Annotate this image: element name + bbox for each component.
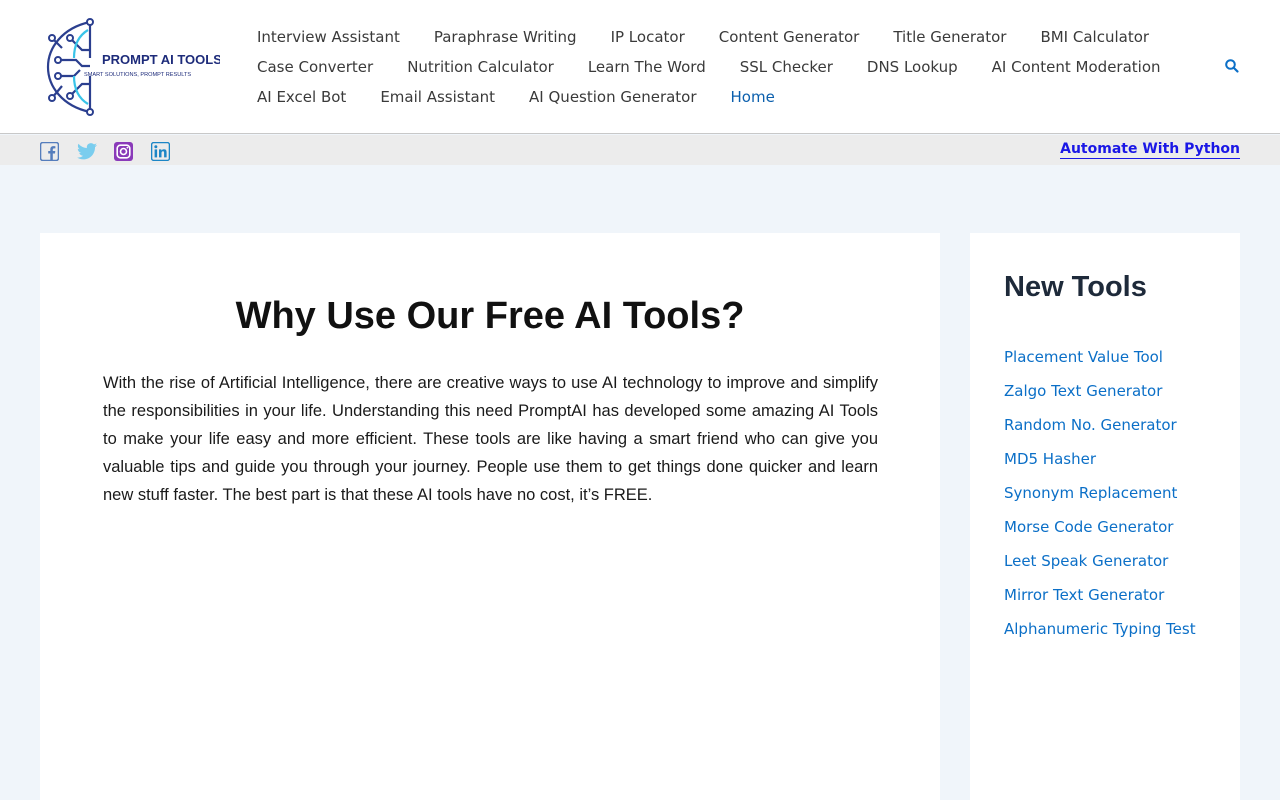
intro-paragraph: With the rise of Artificial Intelligence… bbox=[103, 374, 878, 504]
logo-tagline-text: SMART SOLUTIONS, PROMPT RESULTS bbox=[84, 72, 191, 78]
tool-link-zalgo-text-generator[interactable]: Zalgo Text Generator bbox=[1004, 382, 1162, 400]
new-tools-list: Placement Value Tool Zalgo Text Generato… bbox=[1004, 343, 1196, 649]
linkedin-icon[interactable] bbox=[150, 141, 171, 162]
nav-paraphrase-writing[interactable]: Paraphrase Writing bbox=[417, 22, 594, 52]
page-title: Why Use Our Free AI Tools? bbox=[235, 295, 745, 337]
list-item: Random No. Generator bbox=[1004, 411, 1196, 445]
nav-interview-assistant[interactable]: Interview Assistant bbox=[240, 22, 417, 52]
social-bar: Automate With Python bbox=[0, 135, 1280, 165]
social-icons bbox=[39, 141, 171, 162]
tool-link-morse-code-generator[interactable]: Morse Code Generator bbox=[1004, 518, 1173, 536]
nav-ip-locator[interactable]: IP Locator bbox=[594, 22, 702, 52]
nav-nutrition-calculator[interactable]: Nutrition Calculator bbox=[390, 52, 571, 82]
nav-ai-content-moderation[interactable]: AI Content Moderation bbox=[975, 52, 1178, 82]
site-logo[interactable]: PROMPT AI TOOLS SMART SOLUTIONS, PROMPT … bbox=[40, 18, 222, 116]
search-icon[interactable] bbox=[1224, 58, 1240, 74]
nav-ai-excel-bot[interactable]: AI Excel Bot bbox=[240, 82, 363, 112]
nav-title-generator[interactable]: Title Generator bbox=[876, 22, 1023, 52]
logo-brand-text: PROMPT AI TOOLS bbox=[102, 52, 220, 67]
list-item: MD5 Hasher bbox=[1004, 445, 1196, 479]
nav-learn-the-word[interactable]: Learn The Word bbox=[571, 52, 723, 82]
nav-case-converter[interactable]: Case Converter bbox=[240, 52, 390, 82]
tool-link-leet-speak-generator[interactable]: Leet Speak Generator bbox=[1004, 552, 1168, 570]
nav-bmi-calculator[interactable]: BMI Calculator bbox=[1023, 22, 1166, 52]
tool-link-alphanumeric-typing-test[interactable]: Alphanumeric Typing Test bbox=[1004, 620, 1196, 638]
list-item: Morse Code Generator bbox=[1004, 513, 1196, 547]
facebook-icon[interactable] bbox=[39, 141, 60, 162]
nav-content-generator[interactable]: Content Generator bbox=[702, 22, 877, 52]
nav-dns-lookup[interactable]: DNS Lookup bbox=[850, 52, 975, 82]
sidebar: New Tools Placement Value Tool Zalgo Tex… bbox=[970, 233, 1240, 800]
nav-ssl-checker[interactable]: SSL Checker bbox=[723, 52, 850, 82]
nav-ai-question-generator[interactable]: AI Question Generator bbox=[512, 82, 713, 112]
tool-link-synonym-replacement[interactable]: Synonym Replacement bbox=[1004, 484, 1177, 502]
tool-link-random-no-generator[interactable]: Random No. Generator bbox=[1004, 416, 1177, 434]
list-item: Synonym Replacement bbox=[1004, 479, 1196, 513]
nav-home[interactable]: Home bbox=[714, 82, 792, 112]
nav-email-assistant[interactable]: Email Assistant bbox=[363, 82, 512, 112]
automate-with-python-link[interactable]: Automate With Python bbox=[1060, 140, 1240, 159]
site-header: PROMPT AI TOOLS SMART SOLUTIONS, PROMPT … bbox=[0, 0, 1280, 134]
sidebar-title: New Tools bbox=[1004, 271, 1147, 303]
list-item: Mirror Text Generator bbox=[1004, 581, 1196, 615]
list-item: Placement Value Tool bbox=[1004, 343, 1196, 377]
tool-link-placement-value-tool[interactable]: Placement Value Tool bbox=[1004, 348, 1163, 366]
tool-link-md5-hasher[interactable]: MD5 Hasher bbox=[1004, 450, 1096, 468]
logo-image: PROMPT AI TOOLS SMART SOLUTIONS, PROMPT … bbox=[46, 18, 222, 116]
list-item: Alphanumeric Typing Test bbox=[1004, 615, 1196, 649]
list-item: Zalgo Text Generator bbox=[1004, 377, 1196, 411]
main-content: Why Use Our Free AI Tools? With the rise… bbox=[40, 233, 940, 800]
instagram-icon[interactable] bbox=[114, 142, 133, 161]
tool-link-mirror-text-generator[interactable]: Mirror Text Generator bbox=[1004, 586, 1164, 604]
main-navigation: Interview Assistant Paraphrase Writing I… bbox=[240, 22, 1200, 112]
twitter-icon[interactable] bbox=[77, 142, 97, 161]
list-item: Leet Speak Generator bbox=[1004, 547, 1196, 581]
